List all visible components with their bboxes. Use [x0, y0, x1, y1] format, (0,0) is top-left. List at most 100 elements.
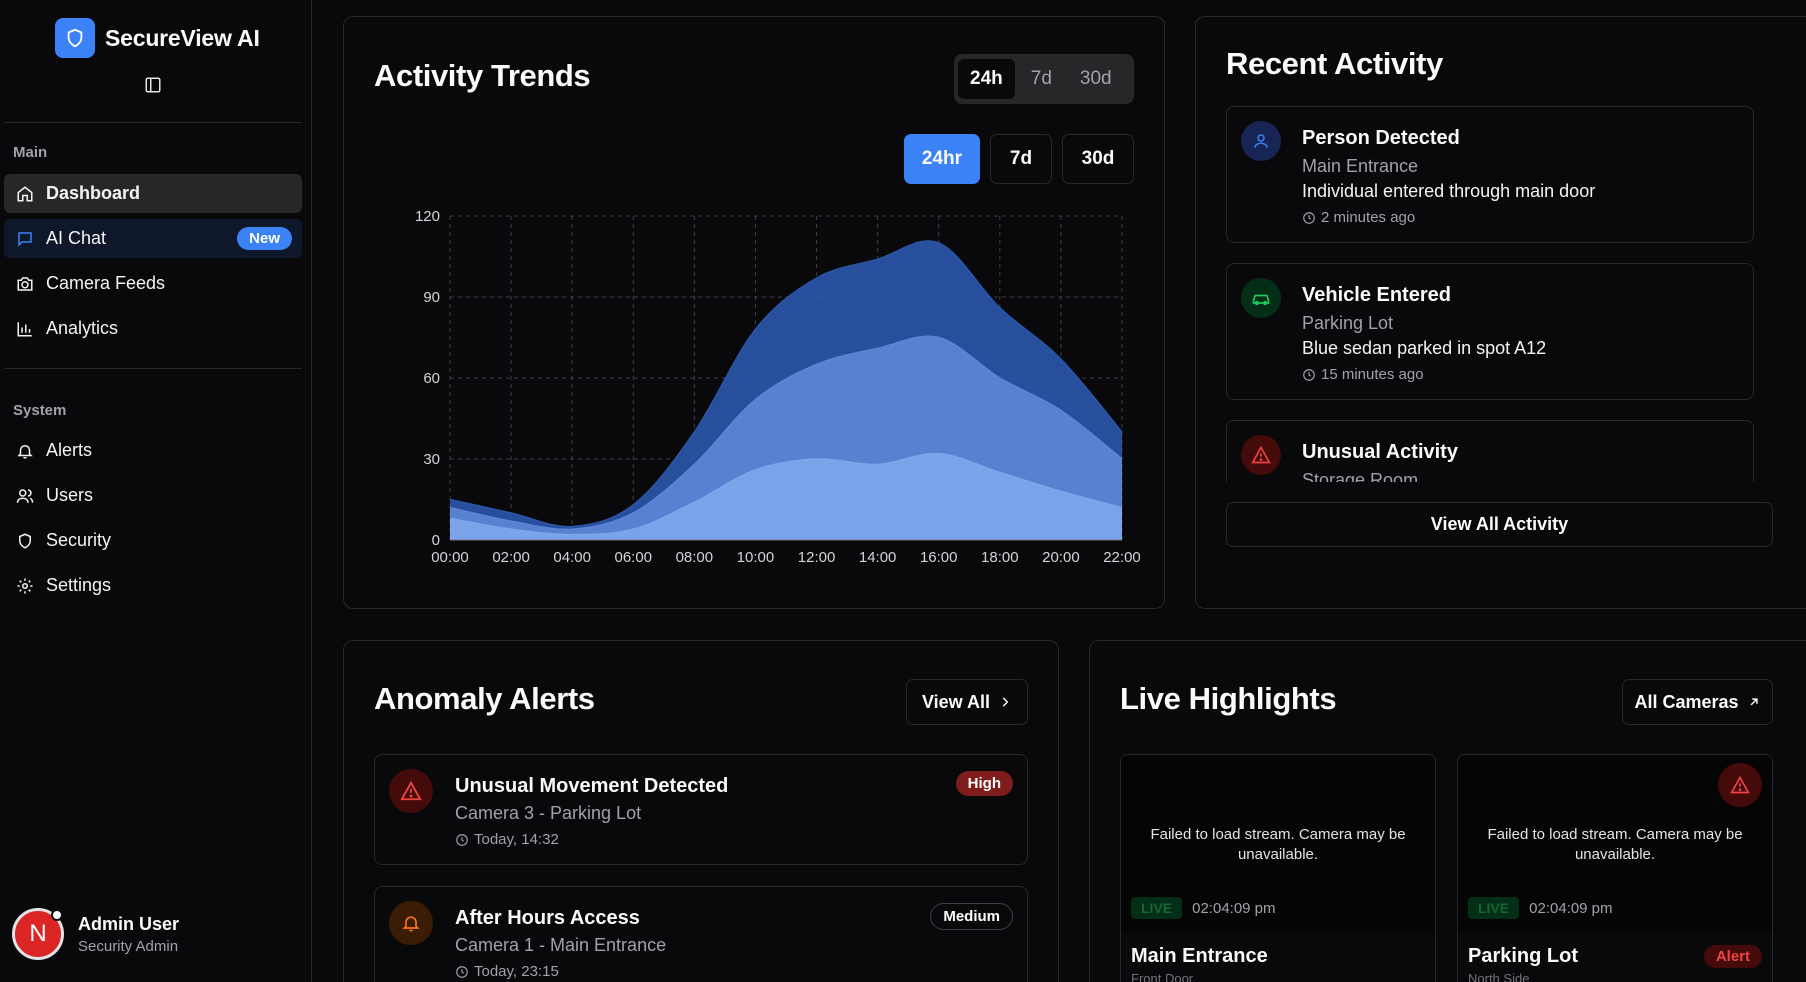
sidebar-item-analytics[interactable]: Analytics [4, 309, 302, 348]
activity-description: Individual entered through main door [1302, 181, 1596, 201]
sidebar-item-label: Dashboard [46, 183, 141, 203]
gear-icon [15, 576, 35, 596]
alert-title: After Hours Access [455, 907, 640, 929]
recent-activity-title: Recent Activity [1226, 46, 1443, 81]
user-profile[interactable]: N Admin User Security Admin [12, 908, 179, 960]
new-badge: New [237, 227, 292, 250]
camera-name: Parking Lot [1468, 945, 1579, 967]
all-cameras-label: All Cameras [1634, 691, 1739, 712]
activity-time-text: 2 minutes ago [1321, 209, 1416, 226]
activity-time-text: 15 minutes ago [1321, 366, 1424, 383]
sidebar-divider [4, 368, 302, 369]
camera-stream: Failed to load stream. Camera may be una… [1121, 755, 1435, 933]
camera-subtitle: Front Door [1131, 971, 1194, 982]
activity-item[interactable]: Vehicle Entered Parking Lot Blue sedan p… [1226, 263, 1754, 400]
bar-chart-icon [15, 319, 35, 339]
activity-item[interactable]: Person Detected Main Entrance Individual… [1226, 106, 1754, 243]
sidebar-item-camera-feeds[interactable]: Camera Feeds [4, 264, 302, 303]
alert-time: Today, 23:15 [455, 963, 559, 980]
sidebar-item-dashboard[interactable]: Dashboard [4, 174, 302, 213]
y-tick-label: 0 [432, 532, 440, 549]
shield-logo-icon [55, 18, 95, 58]
activity-location: Parking Lot [1302, 313, 1394, 333]
sidebar-item-ai-chat[interactable]: AI Chat New [4, 219, 302, 258]
live-badge: LIVE [1131, 897, 1183, 919]
home-icon [15, 184, 35, 204]
alert-title: Unusual Movement Detected [455, 775, 729, 797]
sidebar-item-settings[interactable]: Settings [4, 566, 302, 605]
live-highlights-title: Live Highlights [1120, 681, 1337, 716]
x-tick-label: 20:00 [1042, 549, 1080, 566]
activity-item[interactable]: Unusual Activity Storage Room [1226, 420, 1754, 482]
warning-icon [389, 769, 433, 813]
activity-title: Vehicle Entered [1302, 284, 1451, 306]
sidebar-item-security[interactable]: Security [4, 521, 302, 560]
chat-icon [15, 229, 35, 249]
activity-location: Storage Room [1302, 470, 1419, 482]
activity-title: Unusual Activity [1302, 441, 1458, 463]
person-icon [1241, 121, 1281, 161]
alert-item[interactable]: Unusual Movement Detected Camera 3 - Par… [374, 754, 1028, 865]
external-arrow-icon [1750, 698, 1758, 706]
y-tick-label: 90 [423, 289, 440, 306]
activity-location: Main Entrance [1302, 156, 1419, 176]
anomaly-alerts-title: Anomaly Alerts [374, 681, 595, 716]
range-7d-button[interactable]: 7d [990, 134, 1052, 184]
car-icon [1241, 278, 1281, 318]
sidebar-item-alerts[interactable]: Alerts [4, 431, 302, 470]
sidebar-item-label: AI Chat [46, 228, 107, 248]
camera-name: Main Entrance [1131, 945, 1268, 967]
chevron-right-icon [1002, 697, 1009, 707]
segment-24h[interactable]: 24h [958, 59, 1015, 99]
x-tick-label: 08:00 [676, 549, 714, 566]
sidebar-item-label: Alerts [46, 440, 93, 460]
x-tick-label: 18:00 [981, 549, 1019, 566]
view-all-label: View All [921, 691, 991, 712]
section-label-system: System [13, 402, 67, 419]
range-24hr-button[interactable]: 24hr [904, 134, 980, 184]
segment-30d[interactable]: 30d [1068, 59, 1124, 99]
x-tick-label: 06:00 [614, 549, 652, 566]
live-time: 02:04:09 pm [1529, 899, 1613, 917]
sidebar-item-label: Analytics [46, 318, 119, 338]
user-role: Security Admin [78, 937, 179, 955]
severity-badge: High [955, 771, 1013, 796]
segment-7d[interactable]: 7d [1019, 59, 1064, 99]
all-cameras-button[interactable]: All Cameras [1622, 679, 1773, 725]
view-all-activity-button[interactable]: View All Activity [1226, 502, 1773, 547]
avatar-initial: N [29, 920, 47, 947]
sidebar-toggle-icon[interactable] [142, 74, 164, 96]
x-tick-label: 10:00 [737, 549, 775, 566]
clock-icon [1303, 368, 1315, 381]
app-name: SecureView AI [105, 24, 260, 51]
shield-icon [15, 531, 35, 551]
alert-item[interactable]: After Hours Access Camera 1 - Main Entra… [374, 886, 1028, 982]
clock-icon [1303, 211, 1315, 224]
activity-area-chart: 0 30 60 90 120 00:00 02:00 04:00 06:00 08:00 10:00… [415, 208, 1140, 566]
bell-icon [15, 441, 35, 461]
activity-time: 15 minutes ago [1302, 366, 1424, 383]
status-dot [51, 909, 63, 921]
sidebar-item-label: Settings [46, 575, 112, 595]
stream-error-message: Failed to load stream. Camera may be una… [1487, 826, 1743, 863]
x-tick-label: 00:00 [431, 549, 469, 566]
x-tick-label: 04:00 [553, 549, 591, 566]
alert-location: Camera 1 - Main Entrance [455, 935, 667, 955]
warning-icon[interactable] [1718, 763, 1762, 807]
activity-trends-title: Activity Trends [374, 58, 591, 93]
period-segmented-control: 24h 7d 30d [954, 54, 1134, 104]
sidebar-divider [4, 122, 302, 123]
range-30d-button[interactable]: 30d [1062, 134, 1134, 184]
sidebar-item-users[interactable]: Users [4, 476, 302, 515]
live-indicator: LIVE 02:04:09 pm [1468, 897, 1613, 919]
brand[interactable]: SecureView AI [55, 18, 260, 58]
camera-icon [15, 274, 35, 294]
activity-description: Blue sedan parked in spot A12 [1302, 338, 1547, 358]
activity-time: 2 minutes ago [1302, 209, 1415, 226]
camera-card-parking-lot[interactable]: Failed to load stream. Camera may be una… [1457, 754, 1773, 982]
camera-card-main-entrance[interactable]: Failed to load stream. Camera may be una… [1120, 754, 1436, 982]
view-all-alerts-button[interactable]: View All [906, 679, 1028, 725]
sidebar-item-label: Security [46, 530, 112, 550]
alert-location: Camera 3 - Parking Lot [455, 803, 642, 823]
live-badge: LIVE [1468, 897, 1520, 919]
